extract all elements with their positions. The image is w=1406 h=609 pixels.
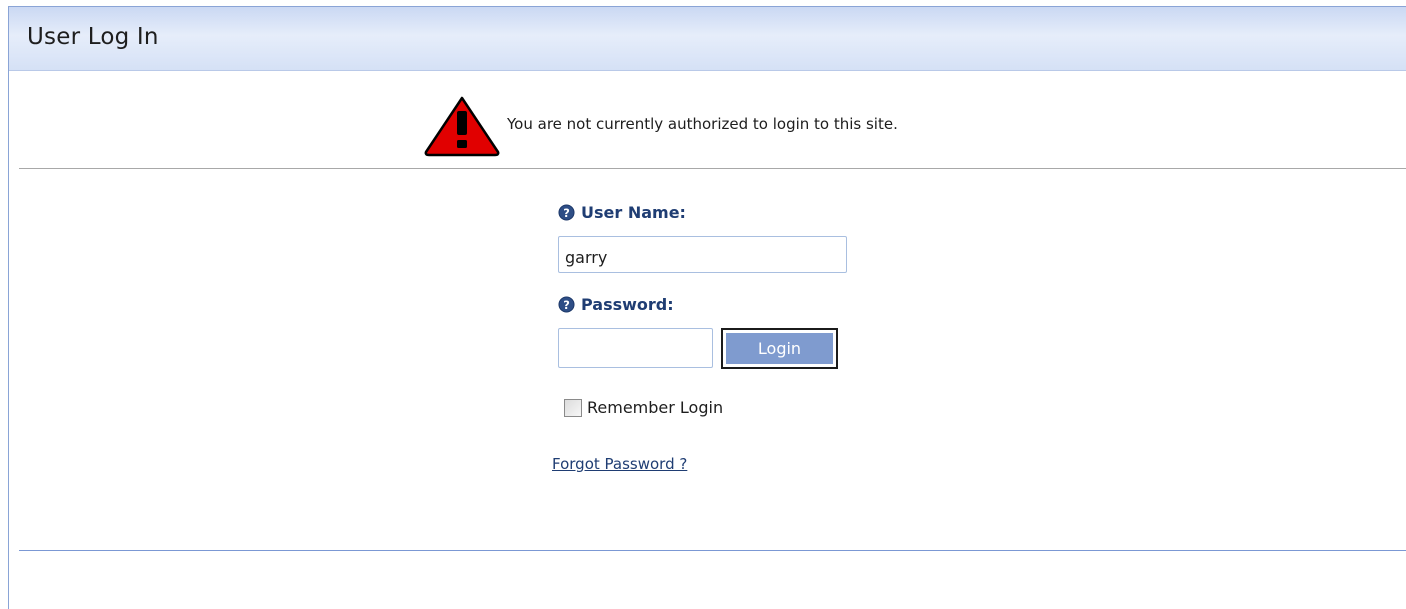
footer-divider xyxy=(19,550,1406,551)
password-label: ? Password: xyxy=(558,295,674,314)
username-label: ? User Name: xyxy=(558,203,686,222)
login-button-label: Login xyxy=(726,333,833,364)
login-panel: User Log In You are not currently author… xyxy=(8,6,1406,609)
remember-login-label: Remember Login xyxy=(587,398,724,417)
username-label-text: User Name: xyxy=(581,203,686,222)
remember-login-checkbox[interactable] xyxy=(564,398,582,417)
title-bar: User Log In xyxy=(9,7,1406,71)
alert-message: You are not currently authorized to logi… xyxy=(507,115,898,133)
username-field[interactable] xyxy=(558,236,847,273)
svg-text:?: ? xyxy=(563,206,570,220)
warning-icon xyxy=(424,96,500,157)
remember-login-row[interactable]: Remember Login xyxy=(564,398,723,417)
divider xyxy=(19,168,1406,169)
alert-row: You are not currently authorized to logi… xyxy=(9,71,1406,171)
forgot-password-link[interactable]: Forgot Password ? xyxy=(552,455,687,473)
svg-text:?: ? xyxy=(563,298,570,312)
password-label-text: Password: xyxy=(581,295,674,314)
question-help-icon[interactable]: ? xyxy=(558,296,575,313)
page-title: User Log In xyxy=(27,24,159,50)
login-button[interactable]: Login xyxy=(721,328,838,369)
question-help-icon[interactable]: ? xyxy=(558,204,575,221)
password-field[interactable] xyxy=(558,328,713,368)
